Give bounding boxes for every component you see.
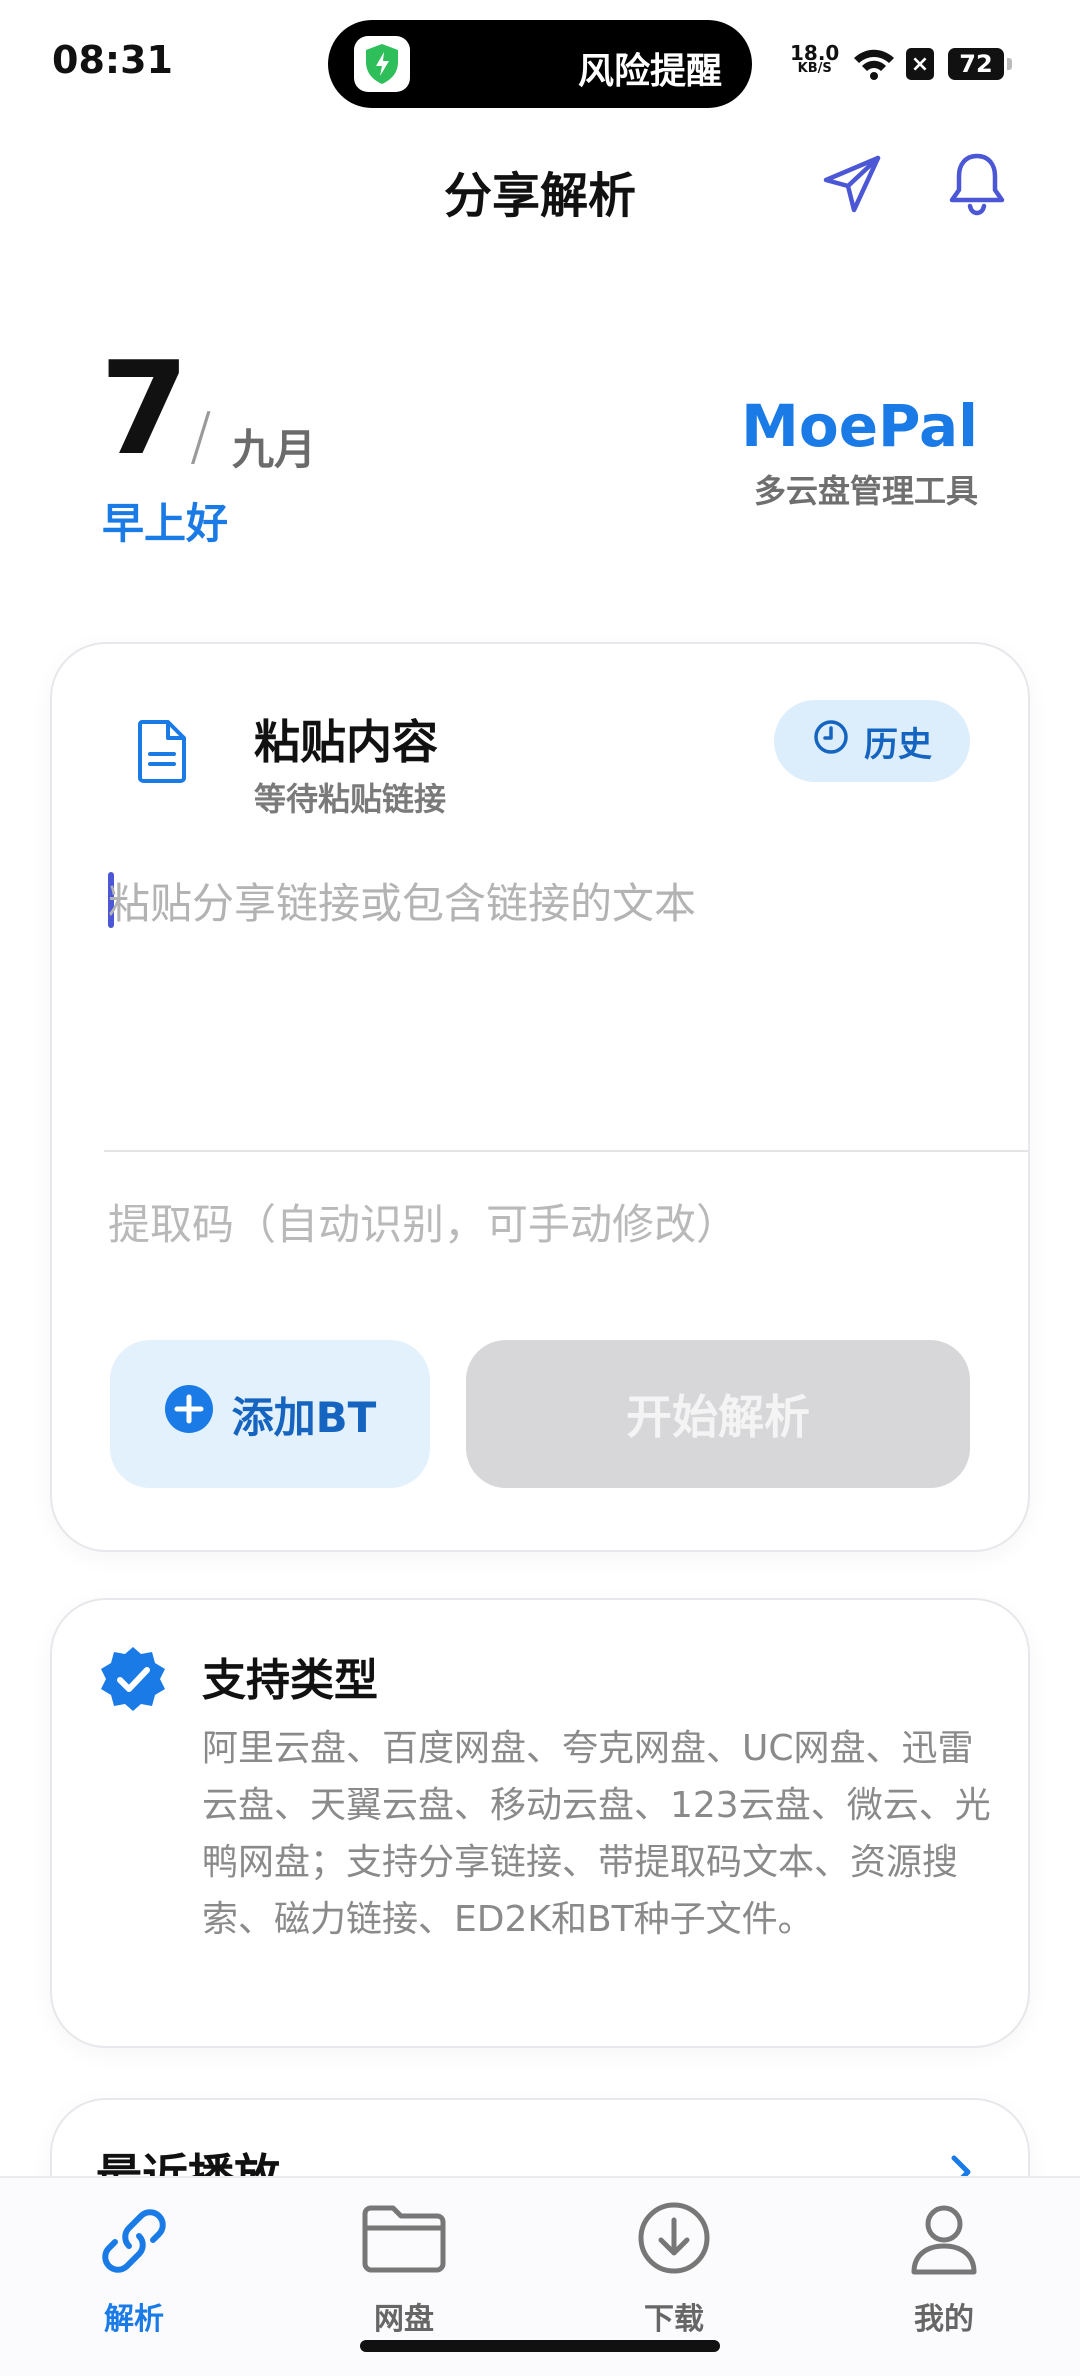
supported-types-title: 支持类型 (202, 1655, 378, 1706)
user-icon (904, 2198, 984, 2282)
paste-link-input[interactable] (108, 870, 968, 1120)
dynamic-island[interactable]: 风险提醒 (328, 20, 752, 108)
verified-check-icon (98, 1644, 168, 1718)
nav-item-cloud-drive[interactable]: 网盘 (304, 2178, 504, 2358)
date-day: 7 (100, 335, 190, 484)
page-title: 分享解析 (443, 168, 636, 224)
no-sim-icon: × (906, 48, 934, 80)
bell-icon[interactable] (946, 150, 1008, 220)
input-divider (104, 1150, 1028, 1152)
nav-label-download: 下载 (644, 2302, 704, 2337)
security-shield-icon (354, 36, 410, 92)
greeting-text: 早上好 (102, 499, 229, 548)
wifi-icon (852, 46, 896, 84)
supported-types-card: 支持类型 阿里云盘、百度网盘、夸克网盘、UC网盘、迅雷云盘、天翼云盘、移动云盘、… (50, 1598, 1030, 2048)
battery-level: 72 (959, 50, 993, 78)
date-separator: / (190, 400, 212, 474)
extraction-code-input[interactable] (108, 1184, 968, 1264)
paste-card: 粘贴内容 等待粘贴链接 历史 添加BT 开始解析 (50, 642, 1030, 1552)
clock-icon (812, 718, 850, 765)
plus-circle-icon (164, 1384, 214, 1444)
send-icon[interactable] (820, 152, 884, 220)
nav-label-profile: 我的 (914, 2302, 974, 2337)
network-speed: 18.0 KB/S (790, 41, 840, 76)
supported-types-description: 阿里云盘、百度网盘、夸克网盘、UC网盘、迅雷云盘、天翼云盘、移动云盘、123云盘… (202, 1728, 991, 1940)
island-alert-text: 风险提醒 (577, 51, 722, 92)
link-icon (91, 2198, 177, 2288)
add-bt-button[interactable]: 添加BT (110, 1340, 430, 1488)
home-indicator[interactable] (360, 2340, 720, 2352)
nav-label-parse: 解析 (104, 2302, 164, 2337)
history-button[interactable]: 历史 (774, 700, 970, 782)
folder-icon (359, 2198, 449, 2282)
start-parse-button[interactable]: 开始解析 (466, 1340, 970, 1488)
brand-name: MoePal (741, 392, 978, 460)
nav-item-parse[interactable]: 解析 (34, 2178, 234, 2358)
download-icon (634, 2198, 714, 2282)
network-speed-value: 18.0 (790, 41, 840, 65)
paste-title: 粘贴内容 (254, 715, 438, 769)
battery-icon: 72 (948, 48, 1012, 80)
status-bar: 08:31 风险提醒 18.0 KB/S × 72 (0, 0, 1080, 120)
nav-item-download[interactable]: 下载 (574, 2178, 774, 2358)
nav-label-cloud-drive: 网盘 (374, 2302, 434, 2337)
document-icon (134, 718, 190, 788)
status-time: 08:31 (52, 38, 173, 82)
paste-status: 等待粘贴链接 (254, 780, 447, 818)
nav-item-profile[interactable]: 我的 (844, 2178, 1044, 2358)
add-bt-label: 添加BT (231, 1392, 377, 1442)
brand-tagline: 多云盘管理工具 (753, 472, 978, 510)
date-month: 九月 (232, 425, 317, 474)
history-label: 历史 (864, 724, 932, 765)
